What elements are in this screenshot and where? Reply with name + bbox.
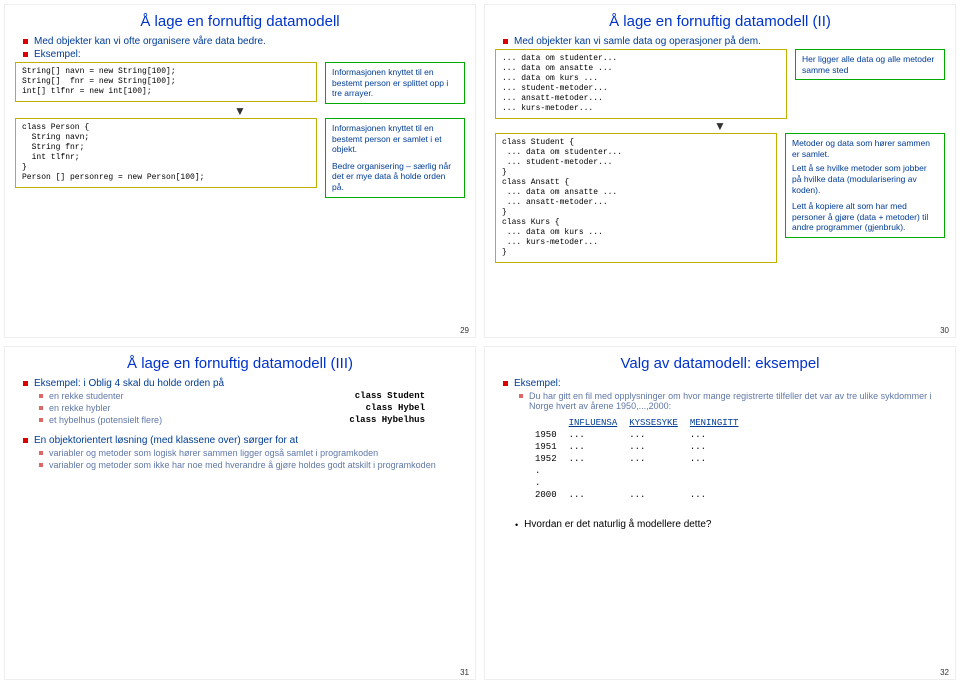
note-line: Lett å kopiere alt som har med personer … (792, 201, 938, 233)
slide-title: Å lage en fornuftig datamodell (15, 13, 465, 30)
slide-30: Å lage en fornuftig datamodell (II) Med … (484, 4, 956, 338)
desc-text: Du har gitt en fil med opplysninger om h… (529, 391, 945, 411)
th: INFLUENSA (569, 417, 630, 429)
code-flat-list: ... data om studenter... ... data om ans… (495, 49, 787, 119)
row-class: class Student (355, 391, 425, 401)
th (535, 417, 569, 429)
note-line: Metoder og data som hører sammen er saml… (792, 138, 938, 159)
note-line: Informasjonen knyttet til en bestemt per… (332, 123, 458, 155)
slide-title: Valg av datamodell: eksempel (495, 355, 945, 372)
sub-text: variabler og metoder som logisk hører sa… (49, 448, 378, 458)
example-label: Eksempel: (34, 49, 81, 60)
table-header: INFLUENSA KYSSESYKE MENINGITT (535, 417, 750, 429)
bullet-icon (39, 463, 43, 467)
code-class-person: class Person { String navn; String fnr; … (15, 118, 317, 188)
slide-title: Å lage en fornuftig datamodell (III) (15, 355, 465, 372)
arrow-down-icon: ▼ (15, 105, 465, 117)
code-arrays: String[] navn = new String[100]; String[… (15, 62, 317, 102)
page-number: 30 (940, 326, 949, 335)
bullet-icon (503, 39, 508, 44)
table-row: . (535, 465, 750, 477)
bullet-icon (23, 39, 28, 44)
code-classes: class Student { ... data om studenter...… (495, 133, 777, 263)
note-line: Lett å se hvilke metoder som jobber på h… (792, 163, 938, 195)
intro-text: Med objekter kan vi ofte organisere våre… (34, 36, 266, 47)
note-group: Metoder og data som hører sammen er saml… (785, 133, 945, 238)
row-text: en rekke studenter (49, 391, 124, 401)
intro-text: Med objekter kan vi samle data og operas… (514, 36, 761, 47)
page-number: 32 (940, 668, 949, 677)
bullet-icon (23, 52, 28, 57)
bullet-icon (23, 438, 28, 443)
bullet-icon (39, 394, 43, 398)
example-label: Eksempel: (514, 378, 561, 389)
table-row: 1951......... (535, 441, 750, 453)
question-text: Hvordan er det naturlig å modellere dett… (524, 519, 711, 530)
note-line: Bedre organisering – særlig når det er m… (332, 161, 458, 193)
table-row: . (535, 477, 750, 489)
table-row: 2000......... (535, 489, 750, 501)
slide-title: Å lage en fornuftig datamodell (II) (495, 13, 945, 30)
note-all-same: Her ligger alle data og alle metoder sam… (795, 49, 945, 80)
disease-table: INFLUENSA KYSSESYKE MENINGITT 1950......… (535, 417, 750, 501)
row-class: class Hybelhus (349, 415, 425, 425)
sub-text: variabler og metoder som ikke har noe me… (49, 460, 436, 470)
example-heading: Eksempel: i Oblig 4 skal du holde orden … (34, 378, 224, 389)
note-samlet: Informasjonen knyttet til en bestemt per… (325, 118, 465, 198)
table-row: 1950......... (535, 429, 750, 441)
note-split: Informasjonen knyttet til en bestemt per… (325, 62, 465, 104)
bullet-icon (23, 381, 28, 386)
page-number: 29 (460, 326, 469, 335)
slide-31: Å lage en fornuftig datamodell (III) Eks… (4, 346, 476, 680)
slide-29: Å lage en fornuftig datamodell Med objek… (4, 4, 476, 338)
bullet-icon (39, 418, 43, 422)
bullet-icon (519, 394, 523, 398)
oo-text: En objektorientert løsning (med klassene… (34, 435, 298, 446)
table-row: 1952......... (535, 453, 750, 465)
dot-icon: • (515, 520, 518, 530)
bullet-icon (39, 406, 43, 410)
slide-32: Valg av datamodell: eksempel Eksempel: D… (484, 346, 956, 680)
page-number: 31 (460, 668, 469, 677)
bullet-icon (503, 381, 508, 386)
th: KYSSESYKE (629, 417, 690, 429)
bullet-icon (39, 451, 43, 455)
row-class: class Hybel (366, 403, 425, 413)
row-text: en rekke hybler (49, 403, 111, 413)
arrow-down-icon: ▼ (495, 120, 945, 132)
th: MENINGITT (690, 417, 751, 429)
row-text: et hybelhus (potensielt flere) (49, 415, 162, 425)
